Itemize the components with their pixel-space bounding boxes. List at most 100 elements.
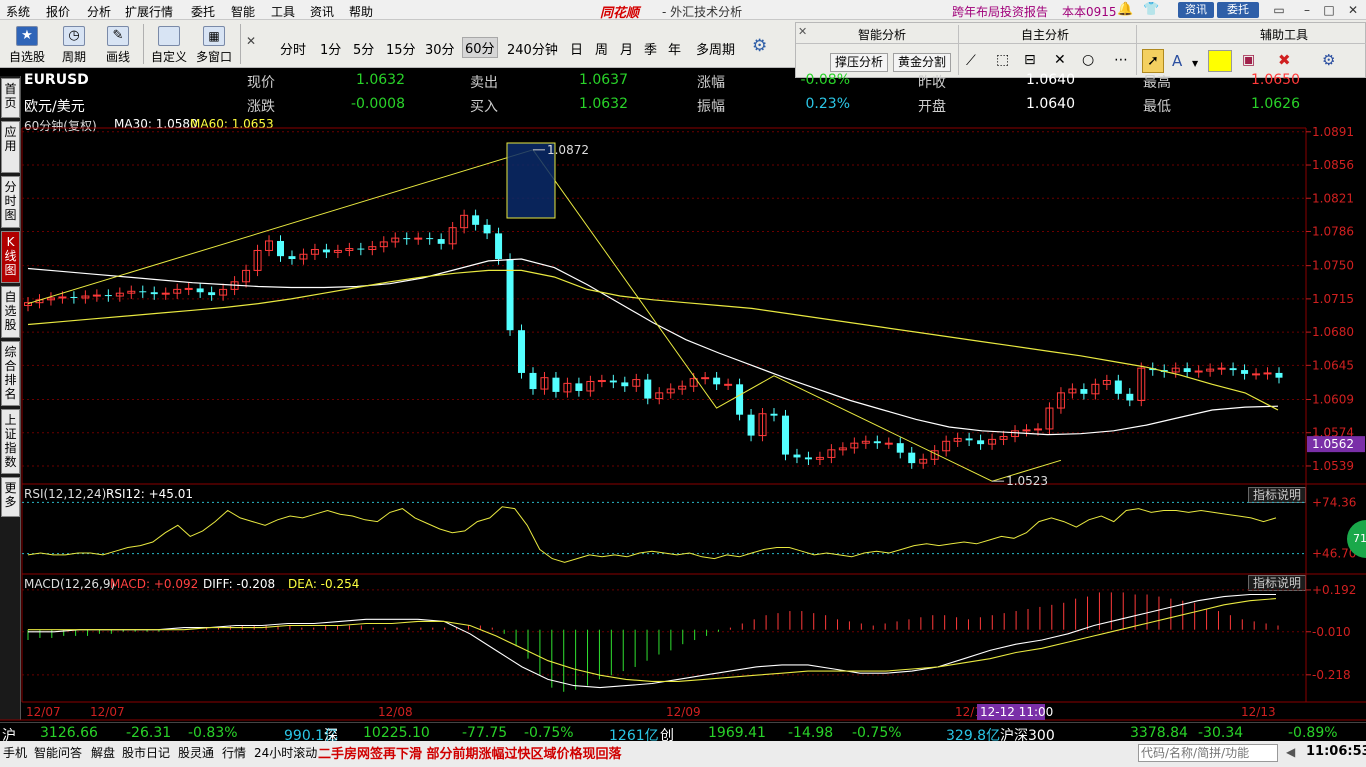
candle-body [276, 240, 284, 257]
x-tick-label: 12/09 [666, 705, 701, 719]
bottom-diary[interactable]: 股市日记 [122, 744, 170, 761]
candle-body [472, 215, 480, 225]
candle-body [736, 384, 744, 415]
macd-tick-label: -0.010 [1312, 625, 1351, 639]
candle-body [770, 413, 778, 416]
y-tick-label: 1.0750 [1312, 259, 1354, 273]
candle-body [414, 237, 423, 240]
cy-change: -14.98 [788, 725, 834, 741]
dea-line [28, 598, 1277, 682]
candle-body [161, 292, 170, 295]
bottom-market[interactable]: 行情 [222, 744, 246, 761]
bottom-analysis[interactable]: 解盘 [91, 744, 115, 761]
candle-body [1022, 429, 1031, 432]
y-tick-label: 1.0856 [1312, 158, 1354, 172]
x-tick-label: 12/13 [1241, 705, 1276, 719]
candle-body [403, 238, 411, 240]
candle-body [288, 256, 296, 260]
candle-body [896, 443, 904, 453]
candle-body [1183, 368, 1191, 372]
macd-tick-label: +0.192 [1312, 583, 1356, 597]
bottom-phone[interactable]: 手机 [3, 744, 27, 761]
candle-body [1080, 389, 1088, 394]
x-tick-label: 12/08 [378, 705, 413, 719]
ma30-line [27, 258, 1279, 436]
candle-body [322, 249, 330, 253]
bottom-stockbot[interactable]: 股灵通 [178, 744, 214, 761]
index-ticker-bar: 沪 3126.66 -26.31 -0.83% 990.1亿 深 10225.1… [0, 722, 1366, 744]
candle-body [701, 377, 710, 380]
candle-body [977, 440, 985, 445]
candle-body [1275, 372, 1283, 378]
hs300-value: 3378.84 [1130, 725, 1188, 741]
candle-body [747, 414, 755, 436]
bottom-ai-qa[interactable]: 智能问答 [34, 744, 82, 761]
candle-body [495, 233, 503, 260]
candle-body [1252, 373, 1261, 376]
y-tick-label: 1.0539 [1312, 459, 1354, 473]
candle-body [139, 291, 147, 293]
y-tick-label: 1.0680 [1312, 325, 1354, 339]
candle-body [1114, 380, 1122, 394]
clock: 11:06:53 [1306, 744, 1366, 759]
annot-low: 1.0523 [1006, 474, 1048, 488]
candle-body [1217, 367, 1226, 370]
diff-line [28, 593, 1276, 689]
candle-body [1241, 370, 1249, 374]
y-tick-label: 1.0821 [1312, 191, 1354, 205]
hs300-percent: -0.89% [1288, 725, 1338, 741]
candle-body [1263, 372, 1272, 375]
candle-body [1033, 428, 1042, 431]
sh-percent: -0.83% [188, 725, 238, 741]
candle-body [597, 380, 606, 383]
candle-body [518, 330, 526, 373]
candle-body [804, 457, 812, 460]
y-tick-label: 1.0715 [1312, 292, 1354, 306]
candle-body [483, 224, 491, 234]
speaker-icon[interactable]: ◀ [1286, 745, 1295, 759]
candle-body [884, 442, 893, 445]
bottom-24h[interactable]: 24小时滚动 [254, 744, 317, 761]
y-tick-label: 1.0786 [1312, 224, 1354, 238]
candle-body [552, 377, 560, 392]
candle-body [724, 383, 733, 386]
candle-body [70, 296, 78, 298]
candle-body [873, 441, 881, 444]
candle-body [150, 292, 158, 295]
candle-body [506, 259, 514, 331]
sh-change: -26.31 [126, 725, 172, 741]
candle-body [781, 415, 789, 455]
candle-body [793, 454, 801, 458]
candle-body [92, 294, 101, 297]
candle-body [609, 380, 617, 383]
search-input[interactable] [1138, 744, 1278, 762]
macd-tick-label: -0.218 [1312, 668, 1351, 682]
sz-change: -77.75 [462, 725, 508, 741]
kline-chart[interactable]: 1.0891 1.0856 1.0821 1.0786 1.0750 1.0715 1.06… [0, 0, 1366, 767]
cy-percent: -0.75% [852, 725, 902, 741]
bottom-bar: 手机 智能问答 解盘 股市日记 股灵通 行情 24小时滚动 二手房网签再下滑 部… [0, 741, 1366, 767]
candle-body [1194, 370, 1203, 373]
y-tick-label: 1.0645 [1312, 358, 1354, 372]
candle-body [437, 239, 445, 244]
candle-body [575, 383, 583, 391]
candle-body [713, 377, 721, 385]
hs300-change: -30.34 [1198, 725, 1244, 741]
candle-body [426, 238, 434, 240]
candle-body [58, 296, 67, 299]
sz-percent: -0.75% [524, 725, 574, 741]
current-price-label: 1.0562 [1312, 437, 1354, 451]
candle-body [621, 382, 629, 387]
sz-value: 10225.10 [363, 725, 430, 741]
sh-value: 3126.66 [40, 725, 98, 741]
x-tick-label: 12/07 [26, 705, 61, 719]
candle-body [184, 287, 193, 290]
candle-body [196, 288, 204, 293]
cursor-time-label: 12-12 11:00 [980, 705, 1053, 719]
candle-body [965, 438, 973, 441]
news-ticker[interactable]: 二手房网签再下滑 部分前期涨幅过快区域价格现回落 [318, 743, 622, 762]
y-tick-label: 1.0891 [1312, 125, 1354, 139]
x-tick-label: 12/07 [90, 705, 125, 719]
candle-body [1126, 393, 1134, 401]
candle-body [908, 452, 916, 464]
